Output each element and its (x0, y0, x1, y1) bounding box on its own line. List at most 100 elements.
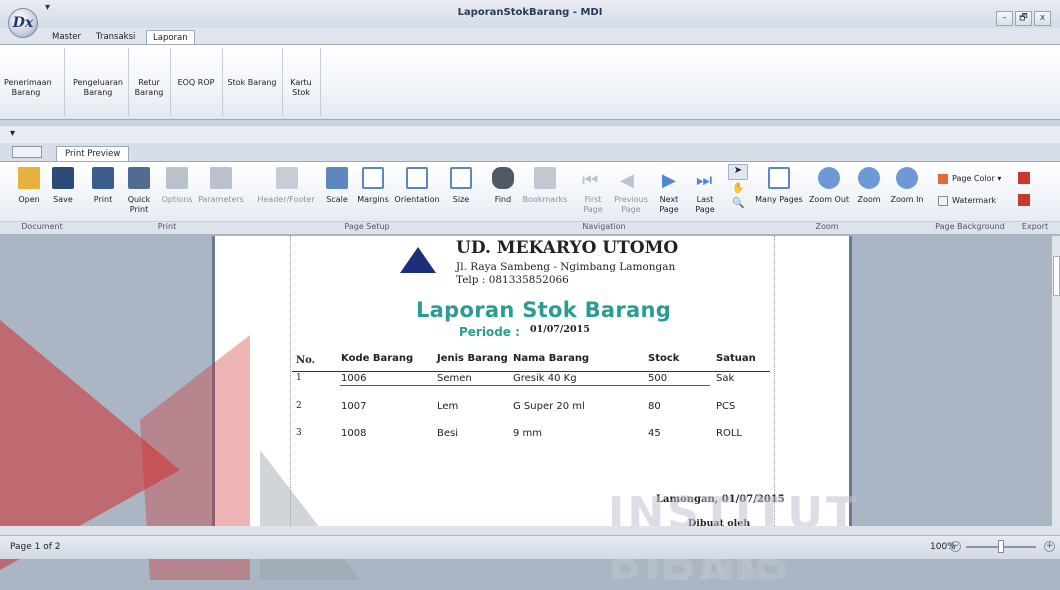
open-label: Open (18, 195, 40, 204)
orientation-label: Orientation (394, 195, 440, 204)
stok-barang-button[interactable]: Stok Barang (226, 78, 278, 88)
many-pages-label: Many Pages (755, 195, 803, 204)
col-jenis-header: Jenis Barang (437, 353, 508, 364)
print-label: Print (93, 195, 113, 204)
zoom-label: Zoom (857, 195, 881, 204)
tab-laporan[interactable]: Laporan (146, 30, 195, 45)
penerimaan-barang-label: Penerimaan Barang (4, 78, 52, 97)
group-zoom-label: Zoom (815, 222, 839, 231)
tab-transaksi[interactable]: Transaksi (90, 30, 141, 45)
group-export-label: Export (1021, 222, 1049, 231)
header-footer-icon[interactable] (276, 167, 298, 189)
last-page-icon[interactable]: ⏭ (696, 170, 712, 191)
maximize-button[interactable]: 🗗 (1015, 11, 1032, 26)
group-divider (320, 48, 321, 116)
group-page-setup-label: Page Setup (344, 222, 390, 231)
size-icon[interactable] (450, 167, 472, 189)
vertical-scroll-thumb[interactable] (1053, 256, 1060, 296)
margins-label: Margins (357, 195, 389, 204)
group-divider (222, 48, 223, 116)
group-divider (128, 48, 129, 116)
kartu-stok-button[interactable]: Kartu Stok (286, 78, 316, 98)
page-color-button[interactable]: Page Color ▾ (952, 174, 1001, 184)
row2-jenis: Lem (437, 401, 459, 412)
watermark-button[interactable]: Watermark (952, 196, 996, 206)
page-count: Page 1 of 2 (10, 542, 61, 552)
eoq-rop-label: EOQ ROP (177, 78, 215, 87)
find-binoculars-icon[interactable] (492, 167, 514, 189)
zoom-out-icon[interactable] (818, 167, 840, 189)
first-page-icon[interactable]: ⏮ (582, 170, 598, 191)
find-label: Find (494, 195, 512, 204)
next-page-icon[interactable]: ▶ (662, 170, 676, 191)
zoom-slider-thumb[interactable] (998, 540, 1004, 553)
tab-print-preview[interactable]: Print Preview (56, 146, 130, 161)
zoom-in-icon[interactable] (896, 167, 918, 189)
scale-label: Scale (326, 195, 348, 204)
row3-satuan: ROLL (716, 428, 742, 439)
zoom-minus-icon[interactable]: − (950, 541, 961, 552)
quick-print-label: Quick Print (127, 195, 151, 214)
window-title: LaporanStokBarang - MDI (457, 7, 603, 18)
minimize-button[interactable]: – (996, 11, 1013, 26)
col-nama-header: Nama Barang (513, 353, 590, 364)
bookmarks-label: Bookmarks (522, 195, 568, 204)
group-page-background-label: Page Background (935, 222, 1005, 231)
orientation-icon[interactable] (406, 167, 428, 189)
pointer-tool-icon[interactable]: ➤ (728, 164, 748, 180)
watermark-icon (938, 196, 948, 206)
next-page-label: Next Page (659, 195, 679, 214)
previous-page-icon[interactable]: ◀ (620, 170, 634, 191)
kartu-stok-label: Kartu Stok (290, 78, 312, 97)
export-pdf-icon[interactable] (1018, 172, 1030, 184)
size-label: Size (452, 195, 470, 204)
many-pages-icon[interactable] (768, 167, 790, 189)
header-footer-label: Header/Footer (257, 195, 315, 204)
save-disk-icon[interactable] (52, 167, 74, 189)
options-label: Options (161, 195, 193, 204)
open-folder-icon[interactable] (18, 167, 40, 189)
zoom-plus-icon[interactable]: + (1044, 541, 1055, 552)
periode-value: 01/07/2015 (530, 324, 590, 335)
row1-satuan: Sak (716, 373, 735, 384)
retur-barang-label: Retur Barang (134, 78, 164, 97)
last-page-label: Last Page (695, 195, 715, 214)
group-divider (64, 48, 65, 116)
zoom-icon[interactable] (858, 167, 880, 189)
row2-nama: G Super 20 ml (513, 401, 585, 412)
page-color-icon (938, 174, 948, 184)
zoom-in-label: Zoom In (890, 195, 924, 204)
print-icon[interactable] (92, 167, 114, 189)
group-document-label: Document (21, 222, 63, 231)
close-button[interactable]: x (1034, 11, 1051, 26)
group-navigation-label: Navigation (582, 222, 626, 231)
export-email-pdf-icon[interactable] (1018, 194, 1030, 206)
save-label: Save (53, 195, 73, 204)
row1-stock: 500 (648, 373, 668, 384)
zoom-out-label: Zoom Out (808, 195, 850, 204)
quick-print-icon[interactable] (128, 167, 150, 189)
company-phone: Telp : 081335852066 (456, 274, 569, 286)
margins-icon[interactable] (362, 167, 384, 189)
retur-barang-button[interactable]: Retur Barang (132, 78, 166, 98)
parameters-icon[interactable] (210, 167, 232, 189)
hand-tool-icon[interactable]: ✋ (732, 183, 744, 194)
tab-master[interactable]: Master (46, 30, 87, 45)
row1-rule (340, 385, 710, 386)
pengeluaran-barang-label: Pengeluaran Barang (73, 78, 123, 97)
horizontal-scrollbar[interactable] (0, 526, 1060, 535)
view-toggle-icon[interactable] (12, 146, 42, 158)
penerimaan-barang-button[interactable]: Penerimaan Barang (4, 78, 52, 98)
bookmarks-icon[interactable] (534, 167, 556, 189)
pengeluaran-barang-button[interactable]: Pengeluaran Barang (70, 78, 126, 98)
options-icon[interactable] (166, 167, 188, 189)
magnifier-tool-icon[interactable]: 🔍 (732, 198, 744, 209)
scale-icon[interactable] (326, 167, 348, 189)
inner-quick-access-icon[interactable]: ▾ (10, 128, 15, 139)
stok-barang-label: Stok Barang (227, 78, 277, 87)
company-name: UD. MEKARYO UTOMO (456, 238, 679, 258)
eoq-rop-button[interactable]: EOQ ROP (174, 78, 218, 88)
periode-label: Periode : (459, 325, 520, 339)
app-menu-button[interactable]: Dx (8, 8, 38, 38)
row1-jenis: Semen (437, 373, 472, 384)
